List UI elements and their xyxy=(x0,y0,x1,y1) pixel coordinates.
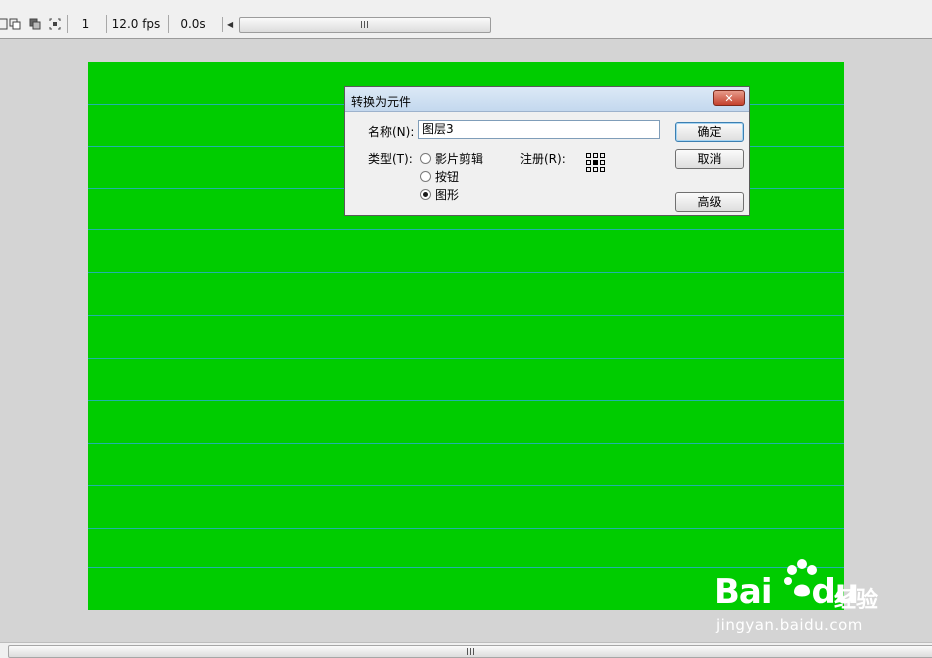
name-input[interactable]: 图层3 xyxy=(418,120,660,139)
radio-label-button: 按钮 xyxy=(435,170,460,184)
guide-line xyxy=(88,443,844,444)
watermark-url: jingyan.baidu.com xyxy=(716,616,863,634)
elapsed-time: 0.0s xyxy=(168,15,217,33)
scrollbar-thumb[interactable] xyxy=(239,17,491,33)
watermark-brand-start: Bai xyxy=(714,572,773,612)
scroll-left-arrow-icon[interactable]: ◀ xyxy=(227,17,237,32)
registration-label: 注册(R): xyxy=(520,152,566,166)
stage-horizontal-scrollbar[interactable] xyxy=(0,642,932,658)
close-icon: ✕ xyxy=(724,91,734,105)
radio-label-graphic: 图形 xyxy=(435,188,460,202)
guide-line xyxy=(88,485,844,486)
guide-line xyxy=(88,229,844,230)
watermark-cn: 经验 xyxy=(834,588,879,613)
guide-line xyxy=(88,315,844,316)
frame-rate[interactable]: 12.0 fps xyxy=(106,15,165,33)
advanced-button[interactable]: 高级 xyxy=(675,192,744,212)
current-frame: 1 xyxy=(67,15,103,33)
ok-button[interactable]: 确定 xyxy=(675,122,744,142)
guide-line xyxy=(88,272,844,273)
grip-icon xyxy=(361,21,368,28)
onion-skin-icon[interactable] xyxy=(8,17,22,31)
registration-grid-icon[interactable] xyxy=(586,153,605,172)
radio-movie-clip[interactable]: 影片剪辑 xyxy=(420,150,483,167)
guide-line xyxy=(88,358,844,359)
onion-outline-icon[interactable] xyxy=(28,17,42,31)
name-label: 名称(N): xyxy=(368,125,415,139)
dialog-title: 转换为元件 xyxy=(351,95,412,109)
radio-circle[interactable] xyxy=(420,189,431,200)
radio-button[interactable]: 按钮 xyxy=(420,168,459,185)
radio-label-movie-clip: 影片剪辑 xyxy=(435,152,484,166)
edit-multiple-frames-icon[interactable] xyxy=(48,17,62,31)
guide-line xyxy=(88,400,844,401)
convert-to-symbol-dialog: 转换为元件 ✕ 名称(N): 图层3 类型(T): 影片剪辑 按钮 图形 注册(… xyxy=(344,86,750,216)
radio-circle[interactable] xyxy=(420,153,431,164)
guide-line xyxy=(88,528,844,529)
grip-icon xyxy=(467,647,474,655)
cancel-button[interactable]: 取消 xyxy=(675,149,744,169)
timeline-toolbar: 1 12.0 fps 0.0s ◀ xyxy=(0,0,932,39)
radio-circle[interactable] xyxy=(420,171,431,182)
timeline-scrollbar[interactable]: ◀ xyxy=(222,17,932,33)
type-label: 类型(T): xyxy=(368,152,413,166)
close-button[interactable]: ✕ xyxy=(713,90,745,106)
radio-graphic[interactable]: 图形 xyxy=(420,186,459,203)
dialog-title-bar[interactable]: 转换为元件 ✕ xyxy=(345,87,749,112)
baidu-jingyan-watermark: Bai du 经验 jingyan.baidu.com xyxy=(714,559,884,640)
scrollbar-thumb[interactable] xyxy=(8,645,932,658)
